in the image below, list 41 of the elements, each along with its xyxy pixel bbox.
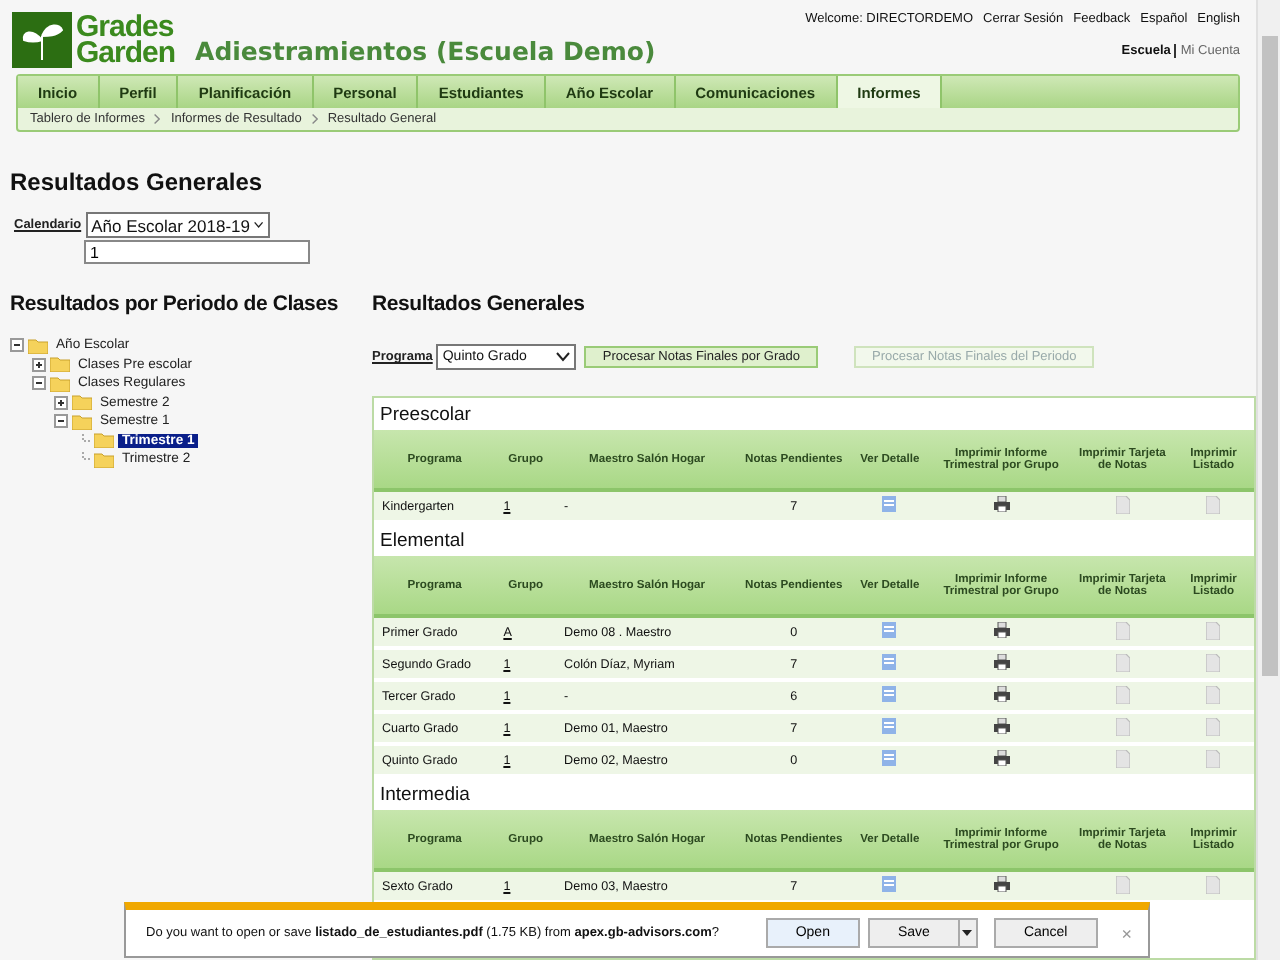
page-icon[interactable] (1206, 875, 1221, 893)
printer-icon[interactable] (993, 686, 1010, 702)
group-title: Preescolar (378, 401, 473, 429)
page-icon[interactable] (1206, 495, 1221, 513)
logo-text: Garden (76, 40, 176, 66)
printer-icon[interactable] (993, 654, 1010, 670)
site-title: Adiestramientos (Escuela Demo) (195, 36, 658, 66)
collapse-icon[interactable] (10, 338, 24, 353)
input-field[interactable]: 1 (84, 240, 310, 264)
printer-icon[interactable] (993, 750, 1010, 766)
collapse-icon[interactable] (54, 414, 68, 429)
dropdown-button[interactable] (957, 918, 978, 948)
chevron-icon (154, 114, 161, 124)
expand-icon[interactable] (54, 395, 68, 410)
document-icon[interactable] (882, 654, 897, 670)
group-title: Intermedia (378, 781, 472, 809)
section-title: Resultados por Periodo de Clases (10, 292, 340, 318)
logo-icon (12, 12, 72, 68)
scrollbar[interactable] (1256, 0, 1280, 960)
document-icon[interactable] (882, 686, 897, 702)
printer-icon[interactable] (993, 496, 1010, 512)
caret-icon (962, 930, 973, 936)
group-title: Elemental (378, 527, 467, 555)
expand-icon[interactable] (32, 357, 46, 372)
printer-icon[interactable] (993, 622, 1010, 638)
section-title: Resultados Generales (372, 292, 587, 318)
document-icon[interactable] (882, 750, 897, 766)
document-icon[interactable] (882, 718, 897, 734)
tree-line-icon (76, 433, 90, 448)
logo-text: Grades (76, 14, 174, 40)
printer-icon[interactable] (993, 718, 1010, 734)
document-icon[interactable] (882, 876, 897, 892)
document-icon[interactable] (882, 622, 897, 638)
page-title: Resultados Generales (10, 168, 265, 196)
document-icon[interactable] (882, 496, 897, 512)
printer-icon[interactable] (993, 876, 1010, 892)
calendar-select[interactable]: Año Escolar 2018-19 (85, 212, 270, 238)
chevron-icon (311, 114, 318, 124)
page-icon[interactable] (1115, 495, 1130, 513)
collapse-icon[interactable] (32, 376, 46, 391)
page-icon[interactable] (1115, 875, 1130, 893)
